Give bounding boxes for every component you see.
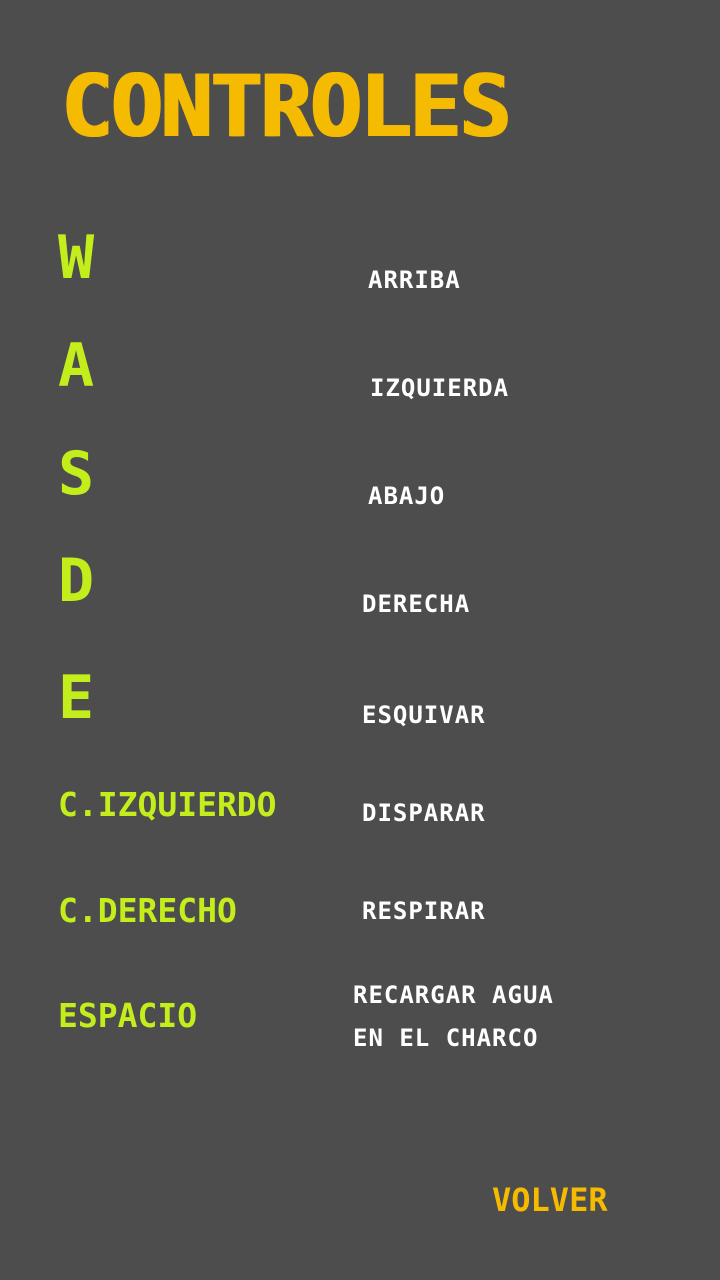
key-click-derecho: C.DERECHO	[58, 891, 237, 930]
action-arriba: ARRIBA	[368, 266, 461, 294]
back-button[interactable]: VOLVER	[492, 1180, 608, 1220]
action-abajo: ABAJO	[368, 482, 446, 510]
action-recargar-line1: RECARGAR AGUA	[353, 981, 554, 1009]
key-d: D	[58, 546, 95, 616]
key-click-izquierdo: C.IZQUIERDO	[58, 785, 277, 824]
key-a: A	[58, 331, 95, 401]
action-izquierda: IZQUIERDA	[370, 374, 510, 402]
action-esquivar: ESQUIVAR	[362, 701, 486, 729]
action-respirar: RESPIRAR	[362, 897, 486, 925]
key-espacio: ESPACIO	[58, 996, 198, 1035]
key-s: S	[58, 439, 95, 509]
key-e: E	[58, 663, 95, 733]
action-disparar: DISPARAR	[362, 799, 486, 827]
action-derecha: DERECHA	[362, 590, 471, 618]
page-title: CONTROLES	[60, 57, 510, 157]
action-recargar-agua: RECARGAR AGUA EN EL CHARCO	[353, 974, 554, 1060]
action-recargar-line2: EN EL CHARCO	[353, 1024, 539, 1052]
key-w: W	[58, 223, 95, 293]
